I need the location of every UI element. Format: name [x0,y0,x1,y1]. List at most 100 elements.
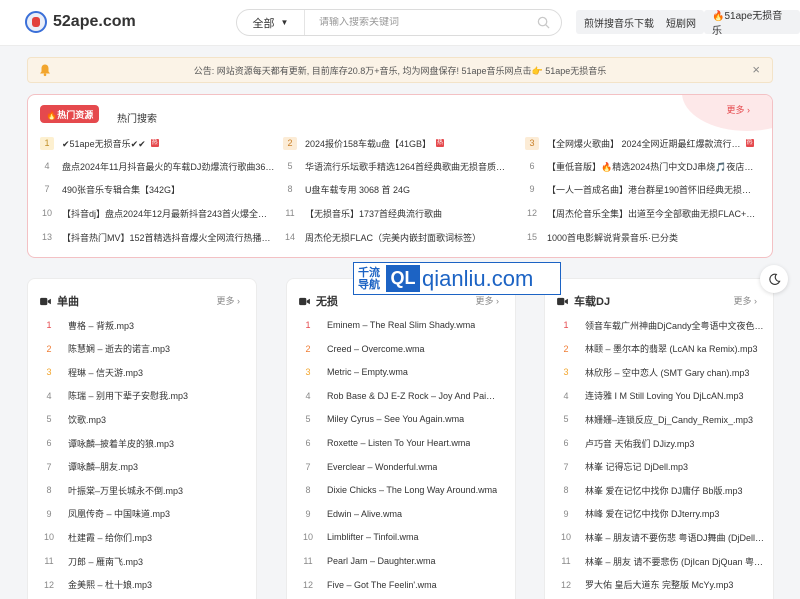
song-row[interactable]: 11 刀郎 – 雁南飞.mp3 [42,554,248,568]
song-row[interactable]: 12 金美熙 – 杜十娘.mp3 [42,578,248,592]
panel-car-dj: 车载DJ 更多 › 1 领音车载广州神曲DjCandy全粤语中文夜色… 2 林颐 – … [544,278,774,599]
hot-item[interactable]: 4 盘点2024年11月抖音最火的车载DJ劲爆流行歌曲36… [40,159,275,173]
hot-item[interactable]: 6 【重低音版】🔥精选2024热门中文DJ串烧🎵夜店… [525,159,760,173]
hot-item[interactable]: 5 华语流行乐坛歌手精选1264首经典歌曲无损音质合… [283,159,513,173]
hot-more-link[interactable]: 更多 › [727,103,751,116]
song-rank: 5 [46,414,52,425]
song-rank: 3 [563,367,569,378]
song-row[interactable]: 8 林峯 爱在记忆中找你 DJ庸仔 Bb版.mp3 [559,483,765,497]
song-row[interactable]: 7 林峯 记得忘记 DjDell.mp3 [559,460,765,474]
nav-short-drama[interactable]: 短剧网 [658,10,704,34]
song-rank: 5 [563,414,569,425]
panel-singles: 单曲 更多 › 1 曹格 – 背叛.mp3 2 陈慧娴 – 逝去的诺言.mp3 3 程琳 … [27,278,257,599]
hot-rank: 14 [284,232,295,242]
song-row[interactable]: 9 凤凰传奇 – 中国味道.mp3 [42,507,248,521]
dark-mode-toggle[interactable] [760,265,788,293]
song-rank: 7 [563,461,569,472]
hot-item[interactable]: 15 1000首电影解说背景音乐·已分类 [525,230,760,244]
song-row[interactable]: 11 林峯 – 朋友 请不要悲伤 (DjIcan DjQuan 粤… [559,554,765,568]
song-row[interactable]: 8 叶振棠–万里长城永不倒.mp3 [42,483,248,497]
announcement-text[interactable]: 公告: 网站资源每天都有更新, 目前库存20.8万+音乐, 均为网盘保存! 51… [28,64,772,77]
moon-icon [768,273,780,285]
song-rank: 1 [305,320,311,330]
song-row[interactable]: 10 Limblifter – Tinfoil.wma [301,530,507,544]
watermark-cn: 千流 导航 [354,267,384,291]
song-title: Rob Base & DJ E-Z Rock – Joy And Pai… [327,390,496,401]
panel-more-link[interactable]: 更多 › [476,294,500,307]
song-title: 凤凰传奇 – 中国味道.mp3 [68,509,171,520]
song-title: Eminem – The Real Slim Shady.wma [327,320,476,330]
song-row[interactable]: 7 Everclear – Wonderful.wma [301,460,507,474]
caret-down-icon: ▼ [280,18,289,27]
song-row[interactable]: 9 林峰 爱在记忆中找你 DJterry.mp3 [559,507,765,521]
song-row[interactable]: 11 Pearl Jam – Daughter.wma [301,554,507,568]
song-row[interactable]: 1 Eminem – The Real Slim Shady.wma [301,318,507,332]
song-row[interactable]: 2 林颐 – 墨尔本的翡翠 (LcAN ka Remix).mp3 [559,342,765,356]
song-row[interactable]: 4 Rob Base & DJ E-Z Rock – Joy And Pai… [301,389,507,403]
song-row[interactable]: 5 林姗姗–连锁反应_Dj_Candy_Remix_.mp3 [559,412,765,426]
song-row[interactable]: 4 连诗雅 I M Still Loving You DjLcAN.mp3 [559,389,765,403]
song-row[interactable]: 5 Miley Cyrus – See You Again.wma [301,412,507,426]
song-rank: 4 [563,390,569,401]
song-row[interactable]: 3 林欣彤 – 空中恋人 (SMT Gary chan).mp3 [559,365,765,379]
song-row[interactable]: 3 Metric – Empty.wma [301,365,507,379]
panel-more-link[interactable]: 更多 › [734,294,758,307]
nav-51ape-lossless[interactable]: 🔥51ape无损音乐 [704,10,800,37]
song-title: Pearl Jam – Daughter.wma [327,556,436,566]
hot-item[interactable]: 1 ✔51ape无损音乐✔✔ 热 [40,136,265,150]
song-title: 林颐 – 墨尔本的翡翠 (LcAN ka Remix).mp3 [585,344,758,355]
song-row[interactable]: 6 卢巧音 天佑我们 DJizy.mp3 [559,436,765,450]
hot-item-text: 1000首电影解说背景音乐·已分类 [547,232,679,243]
site-logo[interactable]: 52ape.com [25,11,136,33]
search-button[interactable] [525,16,561,29]
song-row[interactable]: 4 陈瑞 – 别用下辈子安慰我.mp3 [42,389,248,403]
hot-item[interactable]: 12 【周杰伦音乐全集】出道至今全部歌曲无损FLAC+MP… [525,206,760,220]
search-icon [537,16,550,29]
song-row[interactable]: 3 程琳 – 信天游.mp3 [42,365,248,379]
search-input[interactable] [305,17,525,28]
song-rank: 4 [305,390,311,401]
watermark-cn-line1: 千流 [358,266,380,279]
video-icon [557,297,568,305]
song-rank: 6 [305,438,311,448]
song-row[interactable]: 6 谭咏麟–披着羊皮的狼.mp3 [42,436,248,450]
song-row[interactable]: 7 谭咏麟–朋友.mp3 [42,460,248,474]
bell-icon [40,64,50,77]
song-title: 林峯 记得忘记 DjDell.mp3 [585,462,689,473]
hot-item[interactable]: 13 【抖音热门MV】152首精选抖音爆火全网流行热播… [40,230,275,244]
hot-item[interactable]: 7 490张音乐专辑合集【342G】 [40,182,275,196]
song-row[interactable]: 2 Creed – Overcome.wma [301,342,507,356]
panel-header: 无损 [299,293,338,309]
song-row[interactable]: 5 饮歌.mp3 [42,412,248,426]
song-rank: 10 [302,532,313,543]
song-row[interactable]: 12 Five – Got The Feelin'.wma [301,578,507,592]
nav-pancake-search[interactable]: 煎饼搜音乐下载 [576,10,662,34]
close-icon[interactable]: × [752,62,760,77]
hot-item[interactable]: 10 【抖音dj】盘点2024年12月最新抖音243首火爆全… [40,206,275,220]
song-title: 饮歌.mp3 [68,414,107,425]
song-row[interactable]: 1 曹格 – 背叛.mp3 [42,318,248,332]
song-row[interactable]: 1 领音车载广州神曲DjCandy全粤语中文夜色… [559,318,765,332]
song-rank: 12 [302,579,313,590]
song-row[interactable]: 9 Edwin – Alive.wma [301,507,507,521]
song-row[interactable]: 10 杜建霞 – 给你们.mp3 [42,530,248,544]
song-row[interactable]: 10 林峯 – 朋友请不要伤悲 粤语DJ舞曲 (DjDell… [559,530,765,544]
song-row[interactable]: 12 罗大佑 皇后大道东 完整版 McYy.mp3 [559,578,765,592]
hot-item[interactable]: 8 U盘车载专用 3068 首 24G [283,182,513,196]
song-title: 卢巧音 天佑我们 DJizy.mp3 [585,438,695,449]
song-rank: 8 [305,485,311,496]
hot-item[interactable]: 11 【无损音乐】1737首经典流行歌曲 [283,206,513,220]
song-title: 林峯 – 朋友请不要伤悲 粤语DJ舞曲 (DjDell… [585,532,765,543]
hot-item[interactable]: 14 周杰伦无损FLAC（完美内嵌封面歌词标签） [283,230,513,244]
song-row[interactable]: 6 Roxette – Listen To Your Heart.wma [301,436,507,450]
hot-item[interactable]: 9 【一人一首成名曲】港台群星190首怀旧经典无损音… [525,182,760,196]
song-title: Creed – Overcome.wma [327,343,425,354]
panel-header: 单曲 [40,293,79,309]
hot-item[interactable]: 2 2024报价158车载u盘【41GB】热 [283,136,508,150]
search-category-select[interactable]: 全部 ▼ [237,10,305,35]
song-title: 罗大佑 皇后大道东 完整版 McYy.mp3 [585,580,734,591]
song-row[interactable]: 2 陈慧娴 – 逝去的诺言.mp3 [42,342,248,356]
panel-more-link[interactable]: 更多 › [217,294,241,307]
hot-item[interactable]: 3 【全网爆火歌曲】 2024全网近期最红爆款流行… 热 [525,136,760,150]
song-row[interactable]: 8 Dixie Chicks – The Long Way Around.wma [301,483,507,497]
